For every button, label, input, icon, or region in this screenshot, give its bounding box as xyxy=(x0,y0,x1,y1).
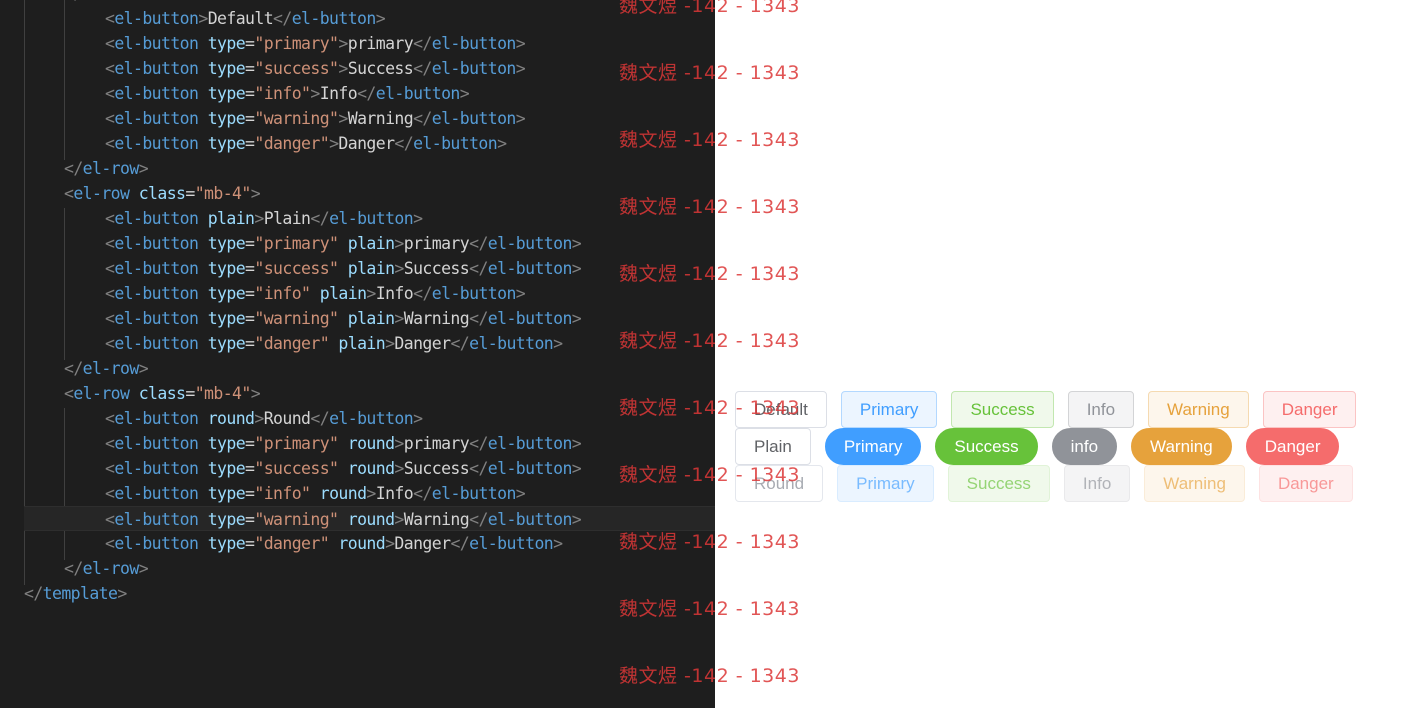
code-line: <el-button type="info" plain>Info</el-bu… xyxy=(105,284,526,303)
code-line: <el-button type="warning">Warning</el-bu… xyxy=(105,109,526,128)
danger-button[interactable]: Danger xyxy=(1245,428,1340,465)
code-line: <el-button type="info" round>Info</el-bu… xyxy=(105,484,526,503)
code-line: </el-row> xyxy=(64,559,149,578)
code-line: <el-button type="success" round>Success<… xyxy=(105,459,582,478)
indent-guide-outer xyxy=(24,0,25,585)
code-line: <el-button type="danger" plain>Danger</e… xyxy=(105,334,563,353)
code-line: <el-button type="info">Info</el-button> xyxy=(105,84,470,103)
success-button[interactable]: Success xyxy=(947,465,1050,502)
default-button[interactable]: Default xyxy=(735,391,827,428)
code-line: </el-row> xyxy=(64,159,149,178)
code-line: <el-button type="primary" round>primary<… xyxy=(105,434,582,453)
code-line: <el-button plain>Plain</el-button> xyxy=(105,209,423,228)
code-line: <el-row class="mb-4"> xyxy=(64,384,261,403)
indent-guide-row-1 xyxy=(64,0,65,160)
preview-pane: Default Primary Success Info Warning Danger Pl… xyxy=(715,0,1419,708)
code-line: <el-button type="primary" plain>primary<… xyxy=(105,234,582,253)
code-line: <el-button type="danger" round>Danger</e… xyxy=(105,534,563,553)
button-row-faint: Round Primary Success Info Warning Danger xyxy=(735,465,1367,502)
button-row-round: Plain Primary Success info Warning Danger xyxy=(735,428,1353,465)
danger-button[interactable]: Danger xyxy=(1258,465,1353,502)
button-row-default: Default Primary Success Info Warning Danger xyxy=(735,391,1370,428)
code-line: <el-button type="warning" plain>Warning<… xyxy=(105,309,582,328)
info-button[interactable]: info xyxy=(1051,428,1118,465)
warning-button[interactable]: Warning xyxy=(1144,465,1245,502)
success-button[interactable]: Success xyxy=(951,391,1054,428)
indent-guide-row-3 xyxy=(64,408,65,560)
code-editor[interactable]: </el-row> <el-button>Default</el-button> <… xyxy=(0,0,715,708)
code-line: <el-button type="primary">primary</el-bu… xyxy=(105,34,526,53)
indent-guide-row-2 xyxy=(64,208,65,360)
code-line: </el-row> xyxy=(64,359,149,378)
primary-button[interactable]: Primary xyxy=(837,465,934,502)
code-line: <el-button round>Round</el-button> xyxy=(105,409,423,428)
warning-button[interactable]: Warning xyxy=(1131,428,1232,465)
success-button[interactable]: Success xyxy=(935,428,1038,465)
code-line: <el-button type="warning" round>Warning<… xyxy=(24,506,715,531)
danger-button[interactable]: Danger xyxy=(1262,391,1357,428)
info-button[interactable]: Info xyxy=(1067,391,1135,428)
code-line: </template> xyxy=(24,584,127,603)
primary-button[interactable]: Primary xyxy=(824,428,922,465)
code-line: <el-row class="mb-4"> xyxy=(64,184,261,203)
code-line: <el-button type="danger">Danger</el-butt… xyxy=(105,134,507,153)
code-line: <el-button type="success">Success</el-bu… xyxy=(105,59,526,78)
code-line: <el-button type="success" plain>Success<… xyxy=(105,259,582,278)
info-button[interactable]: Info xyxy=(1063,465,1131,502)
warning-button[interactable]: Warning xyxy=(1148,391,1249,428)
primary-button[interactable]: Primary xyxy=(840,391,938,428)
round-button[interactable]: Round xyxy=(735,465,824,502)
plain-button[interactable]: Plain xyxy=(735,428,811,465)
code-line: <el-button>Default</el-button> xyxy=(105,9,386,28)
